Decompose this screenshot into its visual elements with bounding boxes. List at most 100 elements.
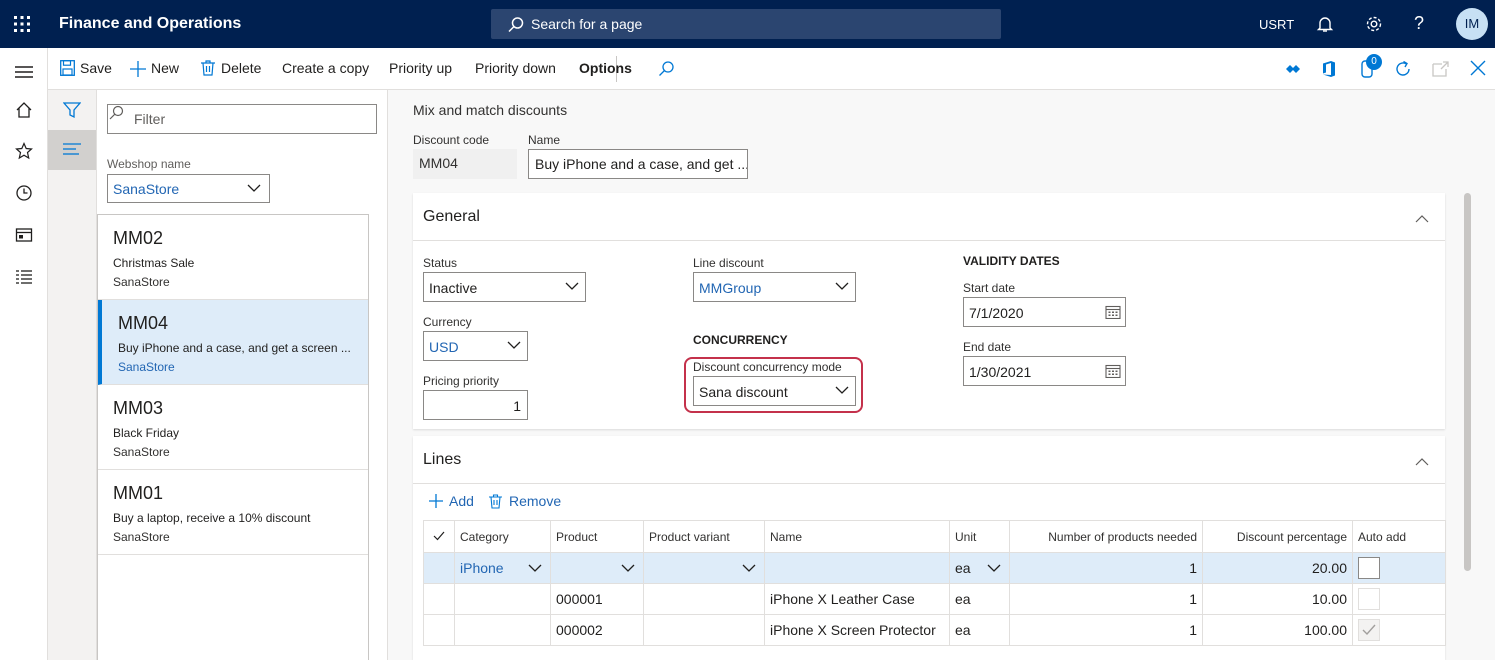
currency-value: USD	[429, 339, 459, 355]
action-search-icon[interactable]	[657, 60, 675, 78]
pricing-priority-field[interactable]: 1	[423, 390, 528, 420]
table-row[interactable]: 000002 iPhone X Screen Protector ea 1 10…	[423, 614, 1446, 646]
end-date-label: End date	[963, 340, 1012, 354]
priority-down-button[interactable]: Priority down	[475, 48, 556, 89]
vertical-scrollbar[interactable]	[1464, 193, 1471, 571]
filter-input[interactable]	[134, 109, 364, 129]
unit-cell[interactable]: ea	[949, 552, 1010, 584]
open-new-window-icon[interactable]	[1432, 60, 1450, 78]
search-box[interactable]: Search for a page	[491, 9, 1001, 39]
discount-percentage-cell[interactable]: 100.00	[1202, 614, 1353, 646]
list-view-toggle[interactable]	[48, 130, 96, 170]
row-selector[interactable]	[423, 583, 455, 615]
webshop-name-value: SanaStore	[113, 181, 180, 197]
calendar-icon[interactable]	[1105, 305, 1121, 319]
recent-clock-icon[interactable]	[15, 184, 33, 202]
list-item[interactable]: MM01 Buy a laptop, receive a 10% discoun…	[98, 470, 368, 555]
status-value: Inactive	[429, 280, 478, 296]
status-label: Status	[423, 256, 458, 270]
record-store: SanaStore	[113, 445, 170, 459]
column-header-discount-percentage[interactable]: Discount percentage	[1202, 520, 1353, 553]
row-selector[interactable]	[423, 614, 455, 646]
category-cell[interactable]: iPhone	[454, 552, 551, 584]
discount-percentage-cell[interactable]: 10.00	[1202, 583, 1353, 615]
bell-icon[interactable]	[1316, 15, 1334, 33]
power-apps-icon[interactable]	[1285, 62, 1301, 76]
hamburger-menu-icon[interactable]	[15, 64, 33, 80]
home-icon[interactable]	[15, 101, 33, 119]
list-item[interactable]: MM02 Christmas Sale SanaStore	[98, 215, 368, 300]
lines-section-header[interactable]: Lines	[413, 436, 1445, 484]
filter-field[interactable]	[107, 104, 377, 134]
help-icon[interactable]: ?	[1414, 13, 1424, 34]
select-all-checkmark[interactable]	[423, 520, 455, 553]
chevron-down-icon	[507, 341, 521, 349]
column-header-product[interactable]: Product	[550, 520, 644, 553]
unit-cell[interactable]: ea	[949, 583, 1010, 615]
line-discount-select[interactable]: MMGroup	[693, 272, 856, 302]
record-store[interactable]: SanaStore	[118, 360, 175, 374]
close-icon[interactable]	[1470, 60, 1486, 76]
currency-select[interactable]: USD	[423, 331, 528, 361]
record-code: MM02	[113, 228, 164, 248]
modules-list-icon[interactable]	[15, 268, 33, 286]
chevron-down-icon	[565, 282, 579, 290]
start-date-value: 7/1/2020	[969, 305, 1024, 321]
discount-percentage-cell[interactable]: 20.00	[1202, 552, 1353, 584]
priority-up-button[interactable]: Priority up	[389, 48, 452, 89]
product-cell[interactable]: 000002	[550, 614, 644, 646]
name-cell	[764, 552, 950, 584]
calendar-icon[interactable]	[1105, 364, 1121, 378]
row-selector[interactable]	[423, 552, 455, 584]
variant-cell[interactable]	[643, 583, 765, 615]
variant-cell[interactable]	[643, 552, 765, 584]
list-item[interactable]: MM03 Black Friday SanaStore	[98, 385, 368, 470]
auto-add-checkbox-checked[interactable]	[1358, 619, 1380, 641]
options-tab[interactable]: Options	[579, 48, 632, 89]
create-copy-button[interactable]: Create a copy	[282, 48, 369, 89]
table-row[interactable]: 000001 iPhone X Leather Case ea 1 10.00	[423, 583, 1446, 615]
table-row[interactable]: iPhone ea 1 20.00	[423, 552, 1446, 584]
record-code: MM04	[118, 313, 169, 333]
column-header-product-variant[interactable]: Product variant	[643, 520, 765, 553]
products-needed-cell[interactable]: 1	[1009, 614, 1203, 646]
products-needed-cell[interactable]: 1	[1009, 552, 1203, 584]
gear-icon[interactable]	[1365, 15, 1383, 33]
status-select[interactable]: Inactive	[423, 272, 586, 302]
list-item-selected[interactable]: MM04 Buy iPhone and a case, and get a sc…	[98, 300, 368, 385]
category-cell[interactable]	[454, 614, 551, 646]
filter-funnel-icon[interactable]	[63, 101, 81, 119]
variant-cell[interactable]	[643, 614, 765, 646]
auto-add-checkbox[interactable]	[1358, 588, 1380, 610]
workspaces-icon[interactable]	[15, 226, 33, 244]
products-needed-cell[interactable]: 1	[1009, 583, 1203, 615]
avatar[interactable]: IM	[1456, 8, 1488, 40]
start-date-field[interactable]: 7/1/2020	[963, 297, 1126, 327]
column-header-category[interactable]: Category	[454, 520, 551, 553]
lines-grid: Category Product Product variant Name Un…	[423, 520, 1446, 646]
discount-code-label: Discount code	[413, 133, 490, 147]
refresh-icon[interactable]	[1394, 60, 1412, 78]
general-section-header[interactable]: General	[413, 193, 1445, 241]
auto-add-checkbox[interactable]	[1358, 557, 1380, 579]
column-header-name[interactable]: Name	[764, 520, 950, 553]
product-cell[interactable]: 000001	[550, 583, 644, 615]
column-header-unit[interactable]: Unit	[949, 520, 1010, 553]
name-field[interactable]: Buy iPhone and a case, and get ...	[528, 149, 748, 179]
app-launcher-icon[interactable]	[12, 14, 32, 34]
office-icon[interactable]	[1321, 60, 1337, 78]
webshop-name-select[interactable]: SanaStore	[107, 174, 270, 203]
column-header-products-needed[interactable]: Number of products needed	[1009, 520, 1203, 553]
search-placeholder: Search for a page	[531, 16, 643, 32]
chevron-down-icon	[247, 184, 261, 192]
unit-cell[interactable]: ea	[949, 614, 1010, 646]
app-title[interactable]: Finance and Operations	[59, 15, 241, 33]
checkmark-icon	[1362, 624, 1376, 636]
column-header-auto-add[interactable]: Auto add	[1352, 520, 1446, 553]
action-pane: Save New Delete Create a copy Priority u…	[48, 48, 1495, 90]
favorites-star-icon[interactable]	[15, 142, 33, 160]
category-cell[interactable]	[454, 583, 551, 615]
product-cell[interactable]	[550, 552, 644, 584]
end-date-field[interactable]: 1/30/2021	[963, 356, 1126, 386]
company-picker[interactable]: USRT	[1259, 17, 1294, 32]
